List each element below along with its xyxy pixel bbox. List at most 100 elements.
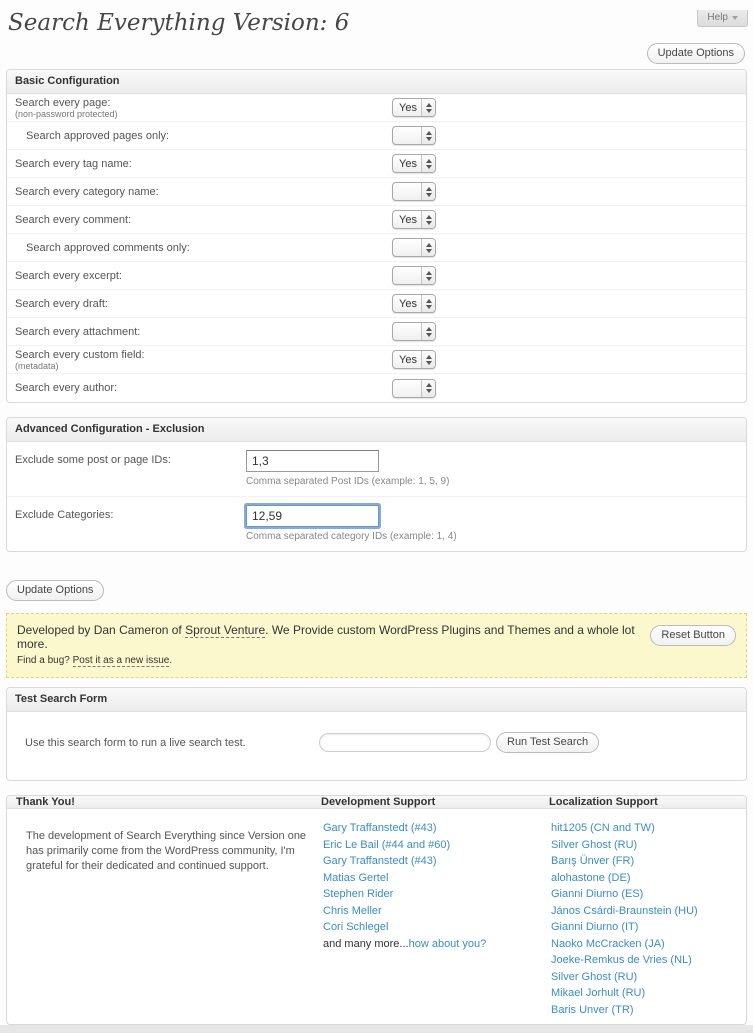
arrow-down-icon: [426, 389, 432, 393]
developer-notice: Developed by Dan Cameron of Sprout Ventu…: [6, 613, 747, 678]
sprout-venture-link[interactable]: Sprout Venture: [185, 623, 265, 638]
yes-no-select[interactable]: [392, 266, 436, 285]
exclusion-field-group: Comma separated category IDs (example: 1…: [246, 505, 457, 542]
support-list-item: Gary Traffanstedt (#43): [323, 820, 549, 837]
arrow-down-icon: [426, 221, 432, 225]
yes-no-select[interactable]: Yes: [392, 294, 436, 313]
test-search-description: Use this search form to run a live searc…: [25, 737, 319, 749]
notice-line2: Find a bug? Post it as a new issue.: [17, 655, 650, 667]
arrow-down-icon: [426, 305, 432, 309]
config-row: Search every tag name: Yes: [7, 150, 746, 178]
config-row: Search approved pages only:: [7, 122, 746, 150]
help-button[interactable]: Help: [697, 10, 748, 27]
config-row: Search every category name:: [7, 178, 746, 206]
setting-label: Search approved comments only:: [26, 242, 392, 254]
exclusion-row: Exclude Categories: Comma separated cate…: [7, 497, 746, 551]
advanced-configuration-box: Advanced Configuration - Exclusion Exclu…: [6, 417, 747, 552]
support-list-item: alohastone (DE): [551, 870, 746, 887]
support-link[interactable]: János Csárdi-Braunstein (HU): [551, 905, 698, 917]
how-about-you-link[interactable]: how about you?: [409, 938, 487, 950]
select-arrows-icon: [421, 127, 435, 144]
support-list-item: Matias Gertel: [323, 870, 549, 887]
test-search-header: Test Search Form: [7, 688, 746, 712]
exclusion-field-group: Comma separated Post IDs (example: 1, 5,…: [246, 450, 449, 487]
top-actions: Update Options: [0, 43, 745, 64]
arrow-up-icon: [426, 243, 432, 247]
support-link[interactable]: Mikael Jorhult (RU): [551, 987, 645, 999]
yes-no-select[interactable]: Yes: [392, 350, 436, 369]
setting-label: Search every attachment:: [15, 326, 392, 338]
exclusion-input[interactable]: [246, 450, 379, 472]
reset-button[interactable]: Reset Button: [650, 625, 736, 646]
yes-no-select[interactable]: [392, 126, 436, 145]
setting-label: Search every category name:: [15, 186, 392, 198]
notice-text-block: Developed by Dan Cameron of Sprout Ventu…: [17, 623, 650, 667]
update-options-button-top[interactable]: Update Options: [647, 43, 745, 64]
support-list-item: Gary Traffanstedt (#43): [323, 853, 549, 870]
support-link[interactable]: Gary Traffanstedt (#43): [323, 855, 437, 867]
yes-no-select[interactable]: [392, 379, 436, 398]
advanced-configuration-header: Advanced Configuration - Exclusion: [7, 418, 746, 442]
arrow-down-icon: [426, 165, 432, 169]
support-link[interactable]: Cori Schlegel: [323, 921, 388, 933]
setting-sublabel: (metadata): [15, 361, 392, 371]
setting-label-group: Search every excerpt:: [15, 270, 392, 282]
select-value: Yes: [393, 211, 421, 228]
support-link[interactable]: Naoko McCracken (JA): [551, 938, 665, 950]
support-list-item: Eric Le Bail (#44 and #60): [323, 837, 549, 854]
setting-label: Search every draft:: [15, 298, 392, 310]
development-support-column: Gary Traffanstedt (#43) Eric Le Bail (#4…: [321, 809, 549, 1018]
support-link[interactable]: alohastone (DE): [551, 872, 631, 884]
support-link[interactable]: Joeke-Remkus de Vries (NL): [551, 954, 692, 966]
test-search-input[interactable]: [319, 733, 491, 752]
setting-label: Search every author:: [15, 382, 392, 394]
yes-no-select[interactable]: [392, 182, 436, 201]
arrow-down-icon: [426, 109, 432, 113]
support-link[interactable]: Matias Gertel: [323, 872, 388, 884]
chevron-down-icon: [732, 16, 738, 20]
config-row: Search every custom field: (metadata) Ye…: [7, 346, 746, 374]
exclusion-label: Exclude Categories:: [15, 505, 246, 542]
support-link[interactable]: Stephen Rider: [323, 888, 393, 900]
support-link[interactable]: Silver Ghost (RU): [551, 971, 637, 983]
setting-label-group: Search every attachment:: [15, 326, 392, 338]
select-value: [393, 127, 421, 144]
yes-no-select[interactable]: Yes: [392, 210, 436, 229]
support-list-item: Mikael Jorhult (RU): [551, 985, 746, 1002]
support-link[interactable]: hit1205 (CN and TW): [551, 822, 655, 834]
arrow-up-icon: [426, 159, 432, 163]
exclusion-input[interactable]: [246, 505, 379, 527]
yes-no-select[interactable]: [392, 238, 436, 257]
support-link[interactable]: Baris Unver (TR): [551, 1004, 634, 1016]
support-link[interactable]: Gary Traffanstedt (#43): [323, 822, 437, 834]
development-support-list: Gary Traffanstedt (#43) Eric Le Bail (#4…: [323, 820, 549, 936]
support-link[interactable]: Barış Ünver (FR): [551, 855, 634, 867]
arrow-up-icon: [426, 327, 432, 331]
page-title: Search Everything Version: 6: [8, 10, 753, 36]
support-list-item: Gianni Diurno (IT): [551, 919, 746, 936]
thank-you-header: Thank You! Development Support Localizat…: [7, 796, 746, 809]
run-test-search-button[interactable]: Run Test Search: [496, 732, 599, 753]
config-row: Search every excerpt:: [7, 262, 746, 290]
support-link[interactable]: Gianni Diurno (ES): [551, 888, 643, 900]
thank-you-body: The development of Search Everything sin…: [7, 809, 746, 1024]
yes-no-select[interactable]: [392, 322, 436, 341]
select-arrows-icon: [421, 323, 435, 340]
page-bottom-strip: [0, 1025, 753, 1033]
setting-label: Search every tag name:: [15, 158, 392, 170]
yes-no-select[interactable]: Yes: [392, 154, 436, 173]
yes-no-select[interactable]: Yes: [392, 98, 436, 117]
support-link[interactable]: Silver Ghost (RU): [551, 839, 637, 851]
support-link[interactable]: Gianni Diurno (IT): [551, 921, 638, 933]
select-arrows-icon: [421, 239, 435, 256]
support-list-item: Chris Meller: [323, 903, 549, 920]
support-link[interactable]: Chris Meller: [323, 905, 382, 917]
post-new-issue-link[interactable]: Post it as a new issue: [73, 655, 170, 667]
exclusion-label: Exclude some post or page IDs:: [15, 450, 246, 487]
select-value: [393, 323, 421, 340]
support-link[interactable]: Eric Le Bail (#44 and #60): [323, 839, 450, 851]
test-search-content: Use this search form to run a live searc…: [7, 712, 746, 780]
update-options-button-bottom[interactable]: Update Options: [6, 580, 104, 601]
localization-support-column: hit1205 (CN and TW) Silver Ghost (RU) Ba…: [549, 809, 746, 1018]
support-list-item: János Csárdi-Braunstein (HU): [551, 903, 746, 920]
